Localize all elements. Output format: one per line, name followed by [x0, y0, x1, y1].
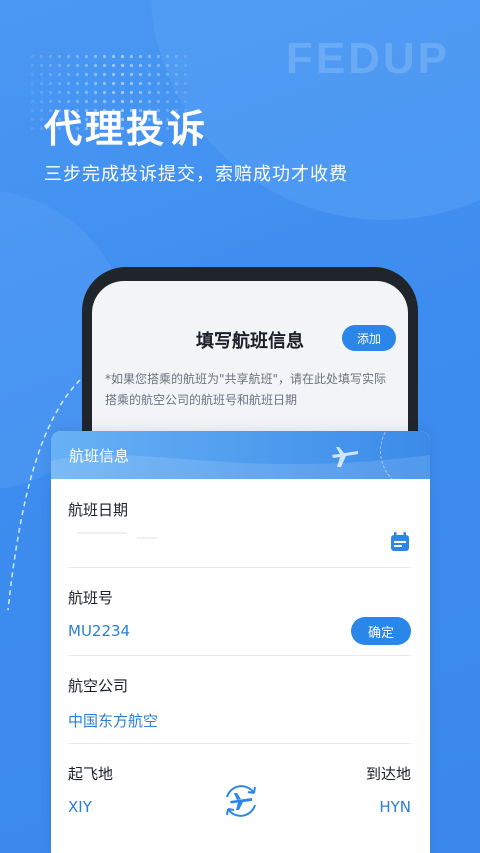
airline-field[interactable]: 航空公司 中国东方航空 [68, 675, 411, 731]
divider [68, 743, 411, 744]
confirm-button[interactable]: 确定 [351, 617, 411, 645]
card-header: 航班信息 [51, 431, 430, 491]
header-circle-decor [380, 431, 430, 491]
brand-watermark: FEDUP [285, 34, 450, 83]
add-button[interactable]: 添加 [342, 325, 396, 351]
flight-date-input[interactable] [77, 532, 127, 534]
card-header-title: 航班信息 [69, 447, 130, 465]
page-title: 代理投诉 [44, 107, 209, 151]
swap-plane-icon[interactable] [219, 779, 263, 823]
page-subtitle: 三步完成投诉提交，索赔成功才收费 [44, 164, 348, 185]
shared-flight-notice: *如果您搭乘的航班为"共享航班"，请在此处填写实际搭乘的航空公司的航班号和航班日… [105, 372, 387, 407]
flight-number-label: 航班号 [68, 589, 114, 607]
flight-date-field[interactable]: 航班日期 [68, 499, 411, 520]
calendar-icon[interactable] [389, 531, 411, 553]
airline-value[interactable]: 中国东方航空 [68, 710, 411, 731]
airline-label: 航空公司 [68, 677, 129, 695]
flight-date-input-hint [137, 537, 157, 539]
flight-info-card: 航班信息 航班日期 航班号 MU2234 确定 航空公司 中国东方航空 起飞地 … [51, 431, 430, 853]
plane-icon [332, 447, 358, 467]
divider [68, 655, 411, 656]
flight-date-label: 航班日期 [68, 501, 129, 519]
divider [68, 567, 411, 568]
